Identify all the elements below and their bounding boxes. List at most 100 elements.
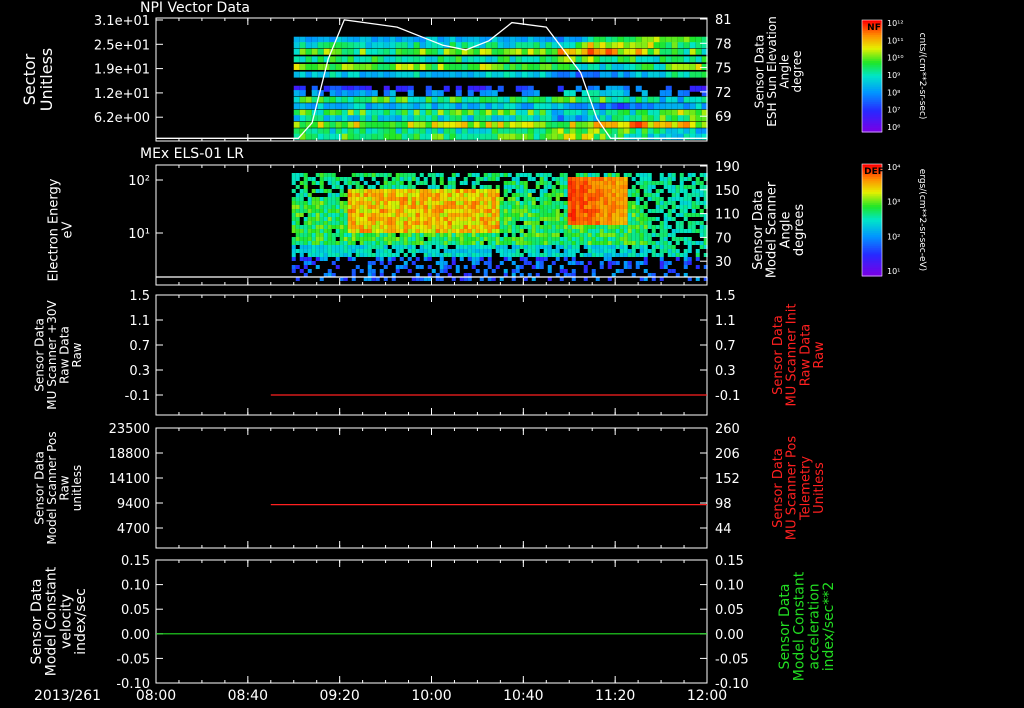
els-cell: [367, 269, 372, 273]
npi-cell: [305, 42, 312, 49]
npi-cell: [587, 115, 594, 122]
els-cell: [595, 205, 600, 209]
els-cell: [451, 205, 456, 209]
els-cell: [487, 225, 492, 229]
els-cell: [535, 257, 540, 261]
els-cell: [611, 213, 616, 217]
els-cell: [343, 237, 348, 241]
els-cell: [423, 241, 428, 245]
npi-cell: [407, 48, 414, 55]
npi-cell: [671, 115, 678, 122]
els-cell: [511, 201, 516, 205]
els-cell: [575, 201, 580, 205]
els-cell: [483, 201, 488, 205]
els-cell: [431, 197, 436, 201]
panel-5-frame: [155, 559, 708, 684]
npi-cell: [629, 109, 636, 116]
els-cell: [591, 245, 596, 249]
els-cell: [499, 197, 504, 201]
els-cell: [635, 217, 640, 221]
els-cell: [575, 213, 580, 217]
npi-cell: [539, 115, 546, 122]
els-cell: [451, 173, 456, 177]
els-cell: [639, 261, 644, 265]
els-cell: [695, 197, 700, 201]
npi-cell: [437, 63, 444, 70]
els-cell: [451, 237, 456, 241]
els-cell: [347, 185, 352, 189]
els-cell: [439, 265, 444, 269]
els-cell: [291, 237, 296, 241]
npi-cell: [473, 121, 480, 128]
els-cell: [551, 189, 556, 193]
els-cell: [467, 213, 472, 217]
els-cell: [619, 185, 624, 189]
npi-cell: [665, 115, 672, 122]
els-cell: [367, 233, 372, 237]
npi-cell: [515, 115, 522, 122]
els-cell: [487, 209, 492, 213]
els-cell: [499, 245, 504, 249]
els-cell: [535, 181, 540, 185]
els-cell: [363, 245, 368, 249]
y-right-tick-label: 70: [715, 231, 732, 246]
npi-cell: [665, 96, 672, 103]
els-cell: [359, 221, 364, 225]
npi-cell: [653, 56, 660, 63]
els-cell: [651, 185, 656, 189]
els-cell: [675, 205, 680, 209]
els-cell: [539, 261, 544, 265]
els-cell: [363, 249, 368, 253]
npi-cell: [347, 63, 354, 70]
npi-cell: [683, 90, 690, 97]
els-cell: [507, 237, 512, 241]
els-cell: [503, 185, 508, 189]
npi-cell: [557, 128, 564, 135]
els-cell: [603, 173, 608, 177]
els-cell: [515, 193, 520, 197]
npi-cell: [539, 56, 546, 63]
els-cell: [423, 253, 428, 257]
npi-cell: [449, 36, 456, 43]
els-cell: [543, 185, 548, 189]
els-cell: [623, 261, 628, 265]
els-cell: [507, 201, 512, 205]
npi-cell: [557, 56, 564, 63]
npi-cell: [329, 121, 336, 128]
els-cell: [403, 241, 408, 245]
els-cell: [419, 225, 424, 229]
els-cell: [399, 265, 404, 269]
els-cell: [407, 229, 412, 233]
els-cell: [583, 193, 588, 197]
els-cell: [415, 201, 420, 205]
els-cell: [447, 265, 452, 269]
els-cell: [463, 237, 468, 241]
els-cell: [467, 229, 472, 233]
npi-cell: [401, 85, 408, 92]
els-cell: [647, 193, 652, 197]
npi-cell: [695, 71, 702, 78]
els-cell: [563, 249, 568, 253]
npi-cell: [557, 63, 564, 70]
els-cell: [383, 177, 388, 181]
els-cell: [535, 205, 540, 209]
els-cell: [387, 241, 392, 245]
els-cell: [627, 229, 632, 233]
npi-cell: [593, 36, 600, 43]
els-cell: [427, 185, 432, 189]
npi-cell: [533, 71, 540, 78]
els-cell: [579, 189, 584, 193]
els-cell: [379, 225, 384, 229]
npi-cell: [617, 115, 624, 122]
els-cell: [639, 221, 644, 225]
els-cell: [487, 221, 492, 225]
els-cell: [319, 237, 324, 241]
els-cell: [675, 189, 680, 193]
npi-cell: [431, 48, 438, 55]
els-cell: [463, 205, 468, 209]
els-cell: [575, 245, 580, 249]
npi-cell: [323, 48, 330, 55]
els-cell: [559, 177, 564, 181]
npi-cell: [449, 63, 456, 70]
y-right-tick-label: 75: [715, 62, 732, 77]
